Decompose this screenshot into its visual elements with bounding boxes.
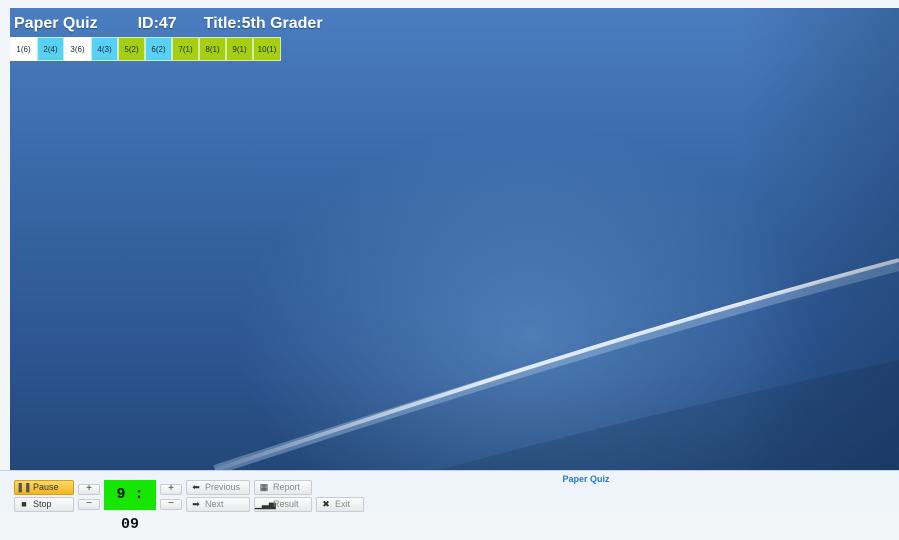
stage-shade	[739, 8, 899, 470]
arrow-left-icon: ⬅	[192, 482, 200, 492]
quiz-title: Title:5th Grader	[203, 15, 323, 32]
question-tab-5[interactable]: 5(2)	[118, 37, 145, 61]
pause-button[interactable]: ❚❚ Pause	[14, 480, 74, 495]
quiz-stage: Paper Quiz ID:47 Title:5th Grader 1(6) 2…	[10, 8, 899, 470]
question-tab-8[interactable]: 8(1)	[199, 37, 226, 61]
time-increase-right-button[interactable]: +	[160, 484, 182, 495]
question-tab-9[interactable]: 9(1)	[226, 37, 253, 61]
question-tab-3[interactable]: 3(6)	[64, 37, 91, 61]
question-tabs: 1(6) 2(4) 3(6) 4(3) 5(2) 6(2) 7(1) 8(1) …	[10, 37, 281, 61]
time-decrease-right-button[interactable]: −	[160, 499, 182, 510]
quiz-id: ID:47	[137, 15, 177, 32]
previous-button[interactable]: ⬅ Previous	[186, 480, 250, 495]
question-tab-7[interactable]: 7(1)	[172, 37, 199, 61]
time-decrease-left-button[interactable]: −	[78, 499, 100, 510]
footer-title: Paper Quiz	[562, 474, 610, 484]
quiz-header: Paper Quiz ID:47 Title:5th Grader	[14, 13, 323, 35]
time-increase-left-button[interactable]: +	[78, 484, 100, 495]
question-tab-2[interactable]: 2(4)	[37, 37, 64, 61]
app-window: Paper Quiz ID:47 Title:5th Grader 1(6) 2…	[0, 0, 899, 533]
question-tab-4[interactable]: 4(3)	[91, 37, 118, 61]
question-tab-1[interactable]: 1(6)	[10, 37, 37, 61]
app-title: Paper Quiz	[14, 15, 98, 32]
question-tab-6[interactable]: 6(2)	[145, 37, 172, 61]
question-tab-10[interactable]: 10(1)	[253, 37, 281, 61]
pause-icon: ❚❚	[16, 482, 32, 492]
report-button[interactable]: ▦ Report	[254, 480, 312, 495]
countdown-timer: 9 : 09	[104, 480, 156, 533]
table-icon: ▦	[259, 482, 269, 492]
